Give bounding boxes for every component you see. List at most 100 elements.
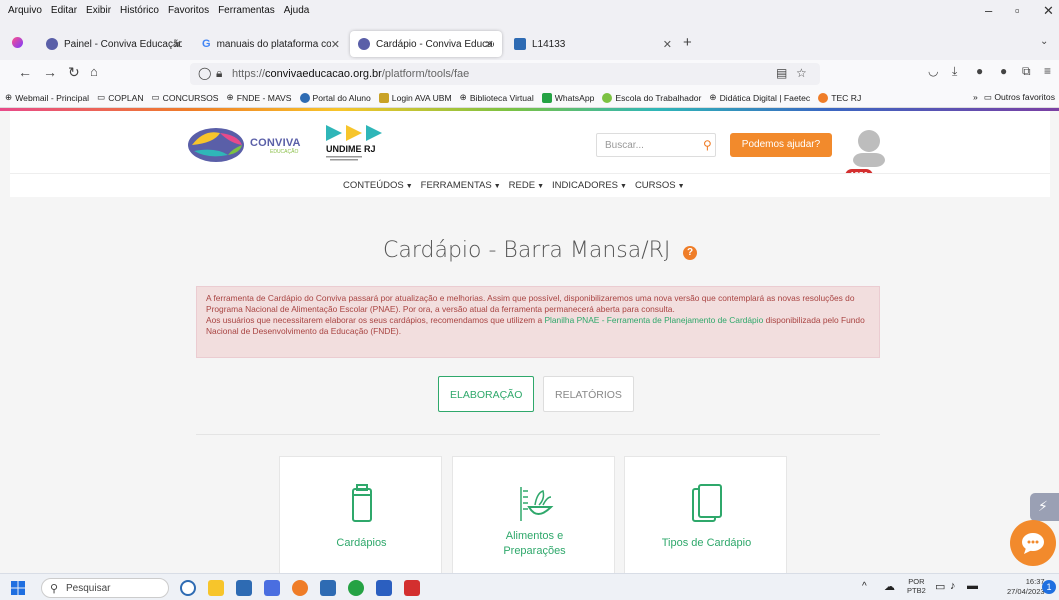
bookmark-webmail[interactable]: ⊕ Webmail - Principal xyxy=(5,92,89,103)
close-tab-icon[interactable]: ✕ xyxy=(173,38,182,51)
bookmark-outros-favoritos[interactable]: ▭ Outros favoritos xyxy=(984,92,1055,103)
restore-icon[interactable]: ▫ xyxy=(1015,3,1020,18)
network-icon[interactable]: ▭ xyxy=(935,580,945,593)
bookmark-ava-ubm[interactable]: Login AVA UBM xyxy=(378,92,452,103)
whatsapp-icon xyxy=(541,92,552,103)
taskbar-search[interactable]: ⚲ Pesquisar xyxy=(41,578,169,598)
nav-cursos[interactable]: CURSOS ▼ xyxy=(635,180,685,191)
b-app-icon[interactable] xyxy=(180,580,196,596)
extension-icon[interactable]: ● xyxy=(976,64,983,78)
account-icon[interactable]: ● xyxy=(1000,64,1007,78)
help-button[interactable]: Podemos ajudar? xyxy=(730,133,832,157)
menu-editar[interactable]: Editar xyxy=(51,5,77,16)
nav-rede[interactable]: REDE ▼ xyxy=(509,180,544,191)
bookmark-star-icon[interactable]: ☆ xyxy=(796,66,807,80)
help-icon[interactable]: ? xyxy=(683,246,697,260)
tab-relatorios[interactable]: RELATÓRIOS xyxy=(543,376,634,412)
bookmark-tec-rj[interactable]: TEC RJ xyxy=(818,92,861,103)
clock[interactable]: 16:37 27/04/2023 xyxy=(1007,577,1045,597)
windows-start-icon[interactable] xyxy=(11,581,25,595)
menu-historico[interactable]: Histórico xyxy=(120,5,159,16)
caret-down-icon: ▼ xyxy=(405,183,413,190)
bookmark-escola-trabalhador[interactable]: Escola do Trabalhador xyxy=(602,92,701,103)
menu-exibir[interactable]: Exibir xyxy=(86,5,111,16)
google-icon: G xyxy=(202,38,211,50)
nav-indicadores[interactable]: INDICADORES ▼ xyxy=(552,180,627,191)
bookmark-biblioteca[interactable]: ⊕ Biblioteca Virtual xyxy=(460,92,534,103)
nav-conteudos[interactable]: CONTEÚDOS ▼ xyxy=(343,180,413,191)
bookmarks-toolbar: ⊕ Webmail - Principal ▭ COPLAN ▭ CONCURSOS … xyxy=(0,88,1059,108)
pdf-reader-icon[interactable] xyxy=(404,580,420,596)
tab-cardapio[interactable]: Cardápio - Conviva Educação ✕ xyxy=(350,31,502,57)
bookmark-fnde[interactable]: ⊕ FNDE - MAVS xyxy=(227,92,292,103)
spotify-icon[interactable] xyxy=(348,580,364,596)
windows-taskbar: ⚲ Pesquisar ^ ☁︎ POR PTB2 ▭ ♪ ▬ 16:37 27/0… xyxy=(0,573,1059,600)
bookmarks-overflow-icon[interactable]: » xyxy=(973,92,978,103)
language-indicator[interactable]: POR PTB2 xyxy=(907,577,926,595)
address-bar[interactable]: ◯ 🔒︎ https://convivaeducacao.org.br/plat… xyxy=(190,63,820,85)
volume-icon[interactable]: ♪ xyxy=(950,580,956,592)
menu-favoritos[interactable]: Favoritos xyxy=(168,5,209,16)
bookmark-whatsapp[interactable]: WhatsApp xyxy=(541,92,594,103)
avatar[interactable] xyxy=(847,127,891,167)
menu-arquivo[interactable]: Arquivo xyxy=(8,5,42,16)
battery-icon[interactable]: ▬ xyxy=(967,580,978,592)
conviva-logo-icon[interactable] xyxy=(186,125,246,165)
card-label: Cardápios xyxy=(336,537,387,549)
tab-manuais[interactable]: G manuais do plataforma conviva ✕ xyxy=(194,31,348,57)
reader-view-icon[interactable]: ▤ xyxy=(776,66,787,80)
close-tab-icon[interactable]: ✕ xyxy=(663,38,672,51)
bookmark-portal-aluno[interactable]: Portal do Aluno xyxy=(299,92,371,103)
tab-l14133[interactable]: L14133 ✕ xyxy=(506,31,672,57)
bookmark-didatica[interactable]: ⊕ Didática Digital | Faetec xyxy=(709,92,810,103)
shield-icon[interactable]: ◯ xyxy=(198,66,211,80)
site-search-input[interactable]: Buscar... xyxy=(596,133,716,157)
close-tab-icon[interactable]: ✕ xyxy=(485,38,494,51)
nav-ferramentas[interactable]: FERRAMENTAS ▼ xyxy=(421,180,501,191)
file-explorer-icon[interactable] xyxy=(208,580,224,596)
tray-overflow-icon[interactable]: ^ xyxy=(862,581,867,592)
tec-icon xyxy=(818,92,829,103)
calculator-icon[interactable] xyxy=(320,580,336,596)
undime-logo-icon[interactable]: UNDIME RJ xyxy=(324,123,384,163)
navigation-bar: ← → ↻ ⌂ ◯ 🔒︎ https://convivaeducacao.org… xyxy=(0,60,1059,88)
new-tab-icon[interactable]: + xyxy=(683,34,692,51)
forward-icon[interactable]: → xyxy=(43,64,57,80)
word-icon[interactable] xyxy=(376,580,392,596)
home-icon[interactable]: ⌂ xyxy=(90,64,98,79)
tab-painel[interactable]: Painel - Conviva Educação ✕ xyxy=(38,31,190,57)
menu-ferramentas[interactable]: Ferramentas xyxy=(218,5,275,16)
reload-icon[interactable]: ↻ xyxy=(68,64,80,81)
onedrive-icon[interactable]: ☁︎ xyxy=(884,580,895,593)
tab-elaboracao[interactable]: ELABORAÇÃO xyxy=(438,376,535,412)
firefox-icon[interactable] xyxy=(292,580,308,596)
chat-button[interactable] xyxy=(1010,520,1056,566)
downloads-icon[interactable]: ⤓ xyxy=(952,64,957,79)
conviva-favicon-icon xyxy=(358,38,370,50)
tab-bar: Painel - Conviva Educação ✕ G manuais do… xyxy=(0,24,1059,60)
pocket-icon[interactable]: ◡ xyxy=(928,64,938,78)
firefox-view-icon[interactable] xyxy=(12,37,23,48)
planilha-pnae-link[interactable]: Planilha PNAE - Ferramenta de Planejamen… xyxy=(544,315,763,325)
photos-icon[interactable] xyxy=(264,580,280,596)
back-icon[interactable]: ← xyxy=(18,64,32,80)
list-tabs-icon[interactable]: ⌄ xyxy=(1040,36,1048,47)
url-text[interactable]: https://convivaeducacao.org.br/platform/… xyxy=(232,68,469,80)
side-widget-button[interactable]: ⚡︎ xyxy=(1030,493,1059,521)
store-icon[interactable] xyxy=(236,580,252,596)
extensions-puzzle-icon[interactable]: ⧉ xyxy=(1022,64,1031,79)
folder-icon: ▭ xyxy=(983,92,995,102)
menu-ajuda[interactable]: Ajuda xyxy=(284,5,310,16)
close-tab-icon[interactable]: ✕ xyxy=(331,38,340,51)
menu-hamburger-icon[interactable]: ≡ xyxy=(1044,64,1051,78)
bookmark-coplan[interactable]: ▭ COPLAN xyxy=(97,92,143,103)
close-window-icon[interactable]: ✕ xyxy=(1043,3,1054,19)
notifications-icon[interactable]: 1 xyxy=(1042,580,1056,594)
card-cardapios[interactable]: Cardápios xyxy=(279,456,442,573)
minimize-icon[interactable]: – xyxy=(985,3,992,18)
search-icon[interactable]: ⚲ xyxy=(703,138,712,152)
card-alimentos-preparacoes[interactable]: Alimentos e Preparações xyxy=(452,456,615,573)
bookmark-concursos[interactable]: ▭ CONCURSOS xyxy=(152,92,219,103)
lock-icon[interactable]: 🔒︎ xyxy=(216,66,222,81)
card-tipos-cardapio[interactable]: Tipos de Cardápio xyxy=(624,456,787,573)
